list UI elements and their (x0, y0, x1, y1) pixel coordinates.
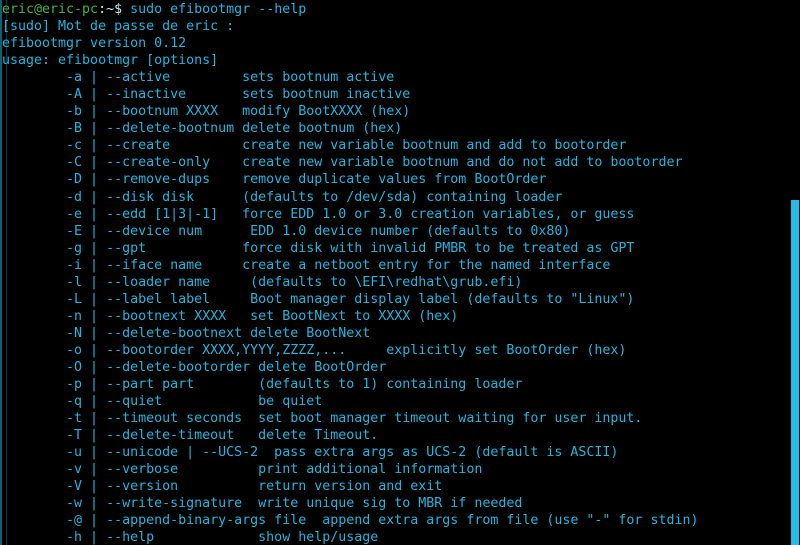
terminal-window[interactable]: eric@eric-pc:~$ sudo efibootmgr --help [… (0, 0, 800, 545)
terminal-output-line: -E | --device num EDD 1.0 device number … (2, 223, 571, 239)
terminal-output-line: -g | --gpt force disk with invalid PMBR … (2, 240, 635, 256)
terminal-output-line: -D | --remove-dups remove duplicate valu… (2, 172, 547, 188)
terminal-output-line: -V | --version return version and exit (2, 479, 443, 495)
terminal-output-line: -c | --create create new variable bootnu… (2, 138, 627, 154)
terminal-prompt-line-top: eric@eric-pc:~$ sudo efibootmgr --help (2, 1, 790, 18)
terminal-output-line: [sudo] Mot de passe de eric : (2, 19, 235, 35)
terminal-output-line: -A | --inactive sets bootnum inactive (2, 87, 411, 103)
terminal-output-line: -i | --iface name create a netboot entry… (2, 257, 611, 273)
terminal-output-line: -C | --create-only create new variable b… (2, 155, 683, 171)
terminal-output-line: -h | --help show help/usage (2, 530, 379, 545)
terminal-output-line: -w | --write-signature write unique sig … (2, 496, 523, 512)
terminal-output-line: -b | --bootnum XXXX modify BootXXXX (hex… (2, 104, 411, 120)
terminal-output-line: -o | --bootorder XXXX,YYYY,ZZZZ,... expl… (2, 342, 627, 358)
terminal-output-line: usage: efibootmgr [options] (2, 53, 219, 69)
terminal-output-line: -p | --part part (defaults to 1) contain… (2, 377, 523, 393)
entered-command: sudo efibootmgr --help (122, 2, 307, 17)
terminal-output-line: -t | --timeout seconds set boot manager … (2, 411, 643, 427)
terminal-output-line: -O | --delete-bootorder delete BootOrder (2, 359, 387, 375)
terminal-output-line: -l | --loader name (defaults to \EFI\red… (2, 274, 523, 290)
terminal-output-line: -d | --disk disk (defaults to /dev/sda) … (2, 189, 563, 205)
vertical-scrollbar-track[interactable] (790, 0, 800, 545)
terminal-output-line: -N | --delete-bootnext delete BootNext (2, 325, 371, 341)
terminal-output-line: -v | --verbose print additional informat… (2, 462, 483, 478)
prompt-path-sign-top: :~$ (98, 2, 123, 17)
terminal-output-line: -n | --bootnext XXXX set BootNext to XXX… (2, 308, 459, 324)
terminal-output-line: -q | --quiet be quiet (2, 394, 323, 410)
terminal-output-line: -a | --active sets bootnum active (2, 70, 395, 86)
terminal-output-line: -u | --unicode | --UCS-2 pass extra args… (2, 445, 619, 461)
terminal-output-line: -@ | --append-binary-args file append ex… (2, 513, 699, 529)
terminal-output-line: -e | --edd [1|3|-1] force EDD 1.0 or 3.0… (2, 206, 635, 222)
terminal-output-line: -T | --delete-timeout delete Timeout. (2, 428, 379, 444)
terminal-screen[interactable]: eric@eric-pc:~$ sudo efibootmgr --help [… (0, 0, 790, 545)
terminal-output-line: -L | --label label Boot manager display … (2, 291, 635, 307)
vertical-scrollbar-thumb[interactable] (791, 200, 799, 545)
prompt-user-host-top: eric@eric-pc (2, 2, 99, 17)
terminal-output-line: -B | --delete-bootnum delete bootnum (he… (2, 121, 403, 137)
terminal-output-line: efibootmgr version 0.12 (2, 36, 187, 52)
terminal-output: [sudo] Mot de passe de eric : efibootmgr … (2, 18, 790, 545)
